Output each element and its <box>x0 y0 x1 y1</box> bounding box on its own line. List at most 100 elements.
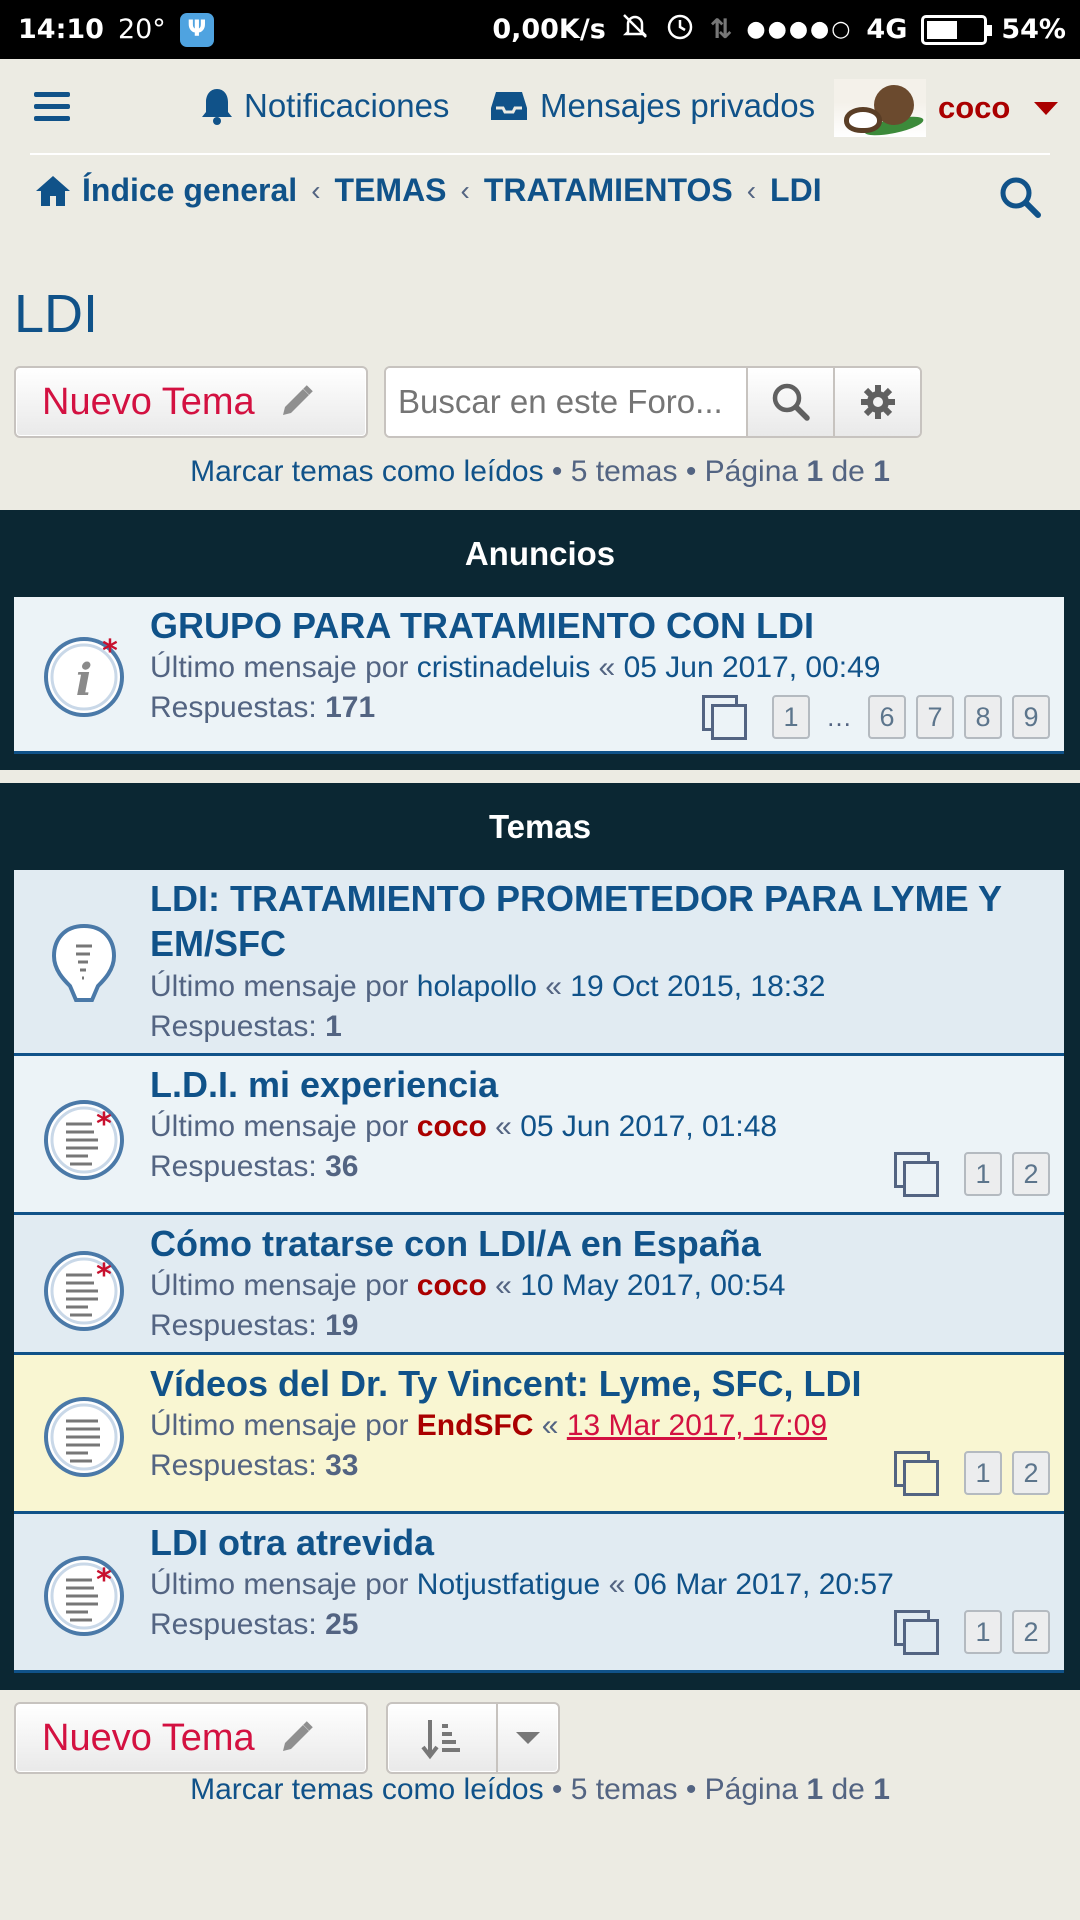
topic-title[interactable]: GRUPO PARA TRATAMIENTO CON LDI <box>150 603 1050 648</box>
last-post-date[interactable]: 05 Jun 2017, 01:48 <box>520 1110 777 1143</box>
topic-title[interactable]: Cómo tratarse con LDI/A en España <box>150 1221 1050 1266</box>
svg-text:*: * <box>96 1107 112 1142</box>
replies-value: 171 <box>325 691 376 724</box>
search-icon[interactable] <box>998 175 1042 224</box>
separator: « <box>495 1110 512 1143</box>
page-link[interactable]: 8 <box>964 695 1002 739</box>
topic-title[interactable]: Vídeos del Dr. Ty Vincent: Lyme, SFC, LD… <box>150 1361 1050 1406</box>
advanced-search-button[interactable] <box>833 368 920 436</box>
list-item: * LDI otra atrevida Último mensaje por N… <box>14 1514 1064 1673</box>
page-label: Página <box>704 1773 799 1806</box>
new-topic-button[interactable]: Nuevo Tema <box>14 366 368 438</box>
private-messages-link[interactable]: Mensajes privados <box>490 87 815 125</box>
replies-value: 25 <box>325 1608 359 1641</box>
topic-title[interactable]: LDI otra atrevida <box>150 1520 1050 1565</box>
topic-meta: Último mensaje por Notjustfatigue « 06 M… <box>150 1568 894 1602</box>
breadcrumb-tratamientos[interactable]: TRATAMIENTOS <box>484 172 733 209</box>
breadcrumb-separator: ‹ <box>746 174 757 206</box>
page-link[interactable]: 1 <box>964 1152 1002 1196</box>
page-label: Página <box>704 455 799 488</box>
topic-count: 5 temas <box>570 1773 678 1806</box>
last-post-date[interactable]: 05 Jun 2017, 00:49 <box>624 651 881 684</box>
home-icon[interactable] <box>34 174 72 208</box>
new-topic-button-bottom[interactable]: Nuevo Tema <box>14 1702 368 1774</box>
author-link[interactable]: holapollo <box>417 970 537 1003</box>
mark-read-link[interactable]: Marcar temas como leídos <box>190 455 543 488</box>
page-current: 1 <box>806 455 824 488</box>
page-total: 1 <box>873 455 890 488</box>
sort-options-button[interactable] <box>386 1702 560 1774</box>
page-link[interactable]: 1 <box>772 695 810 739</box>
separator-dot: • <box>551 455 571 488</box>
last-post-label: Último mensaje por <box>150 1110 409 1143</box>
last-post-label: Último mensaje por <box>150 651 409 684</box>
sort-icon <box>388 1704 498 1772</box>
page-title[interactable]: LDI <box>14 283 98 345</box>
replies-value: 36 <box>325 1150 359 1183</box>
replies-label: Respuestas: <box>150 1309 317 1342</box>
topic-stats: Marcar temas como leídos • 5 temas • Pág… <box>0 455 1080 489</box>
breadcrumb-temas[interactable]: TEMAS <box>335 172 447 209</box>
replies-label: Respuestas: <box>150 1010 317 1043</box>
page-total: 1 <box>873 1773 890 1806</box>
announcement-icon: i* <box>44 634 124 717</box>
replies-label: Respuestas: <box>150 1150 317 1183</box>
topic-title[interactable]: L.D.I. mi experiencia <box>150 1062 1050 1107</box>
author-link[interactable]: EndSFC <box>417 1409 534 1442</box>
last-post-date[interactable]: 13 Mar 2017, 17:09 <box>567 1409 827 1442</box>
last-post-label: Último mensaje por <box>150 1269 409 1302</box>
private-messages-label: Mensajes privados <box>540 87 816 124</box>
author-link[interactable]: coco <box>417 1110 487 1143</box>
page-link[interactable]: 2 <box>1012 1152 1050 1196</box>
last-post-date[interactable]: 10 May 2017, 00:54 <box>520 1269 785 1302</box>
separator-dot: • <box>685 455 705 488</box>
topic-meta: Último mensaje por cristinadeluis « 05 J… <box>150 651 880 685</box>
page-link[interactable]: 2 <box>1012 1451 1050 1495</box>
notifications-link[interactable]: Notificaciones <box>200 87 449 125</box>
author-link[interactable]: coco <box>417 1269 487 1302</box>
replies-count: Respuestas: 1 <box>150 1010 342 1044</box>
separator: « <box>608 1568 626 1601</box>
search-submit-button[interactable] <box>746 368 833 436</box>
page-link[interactable]: 1 <box>964 1451 1002 1495</box>
topic-pagination: 1 2 <box>894 1610 1050 1655</box>
search-input[interactable] <box>386 368 746 436</box>
list-item: * L.D.I. mi experiencia Último mensaje p… <box>14 1056 1064 1215</box>
replies-label: Respuestas: <box>150 1449 317 1482</box>
breadcrumb-home[interactable]: Índice general <box>82 172 297 209</box>
page-link[interactable]: 9 <box>1012 695 1050 739</box>
replies-count: Respuestas: 33 <box>150 1449 358 1483</box>
last-post-date[interactable]: 06 Mar 2017, 20:57 <box>634 1568 894 1601</box>
author-link[interactable]: cristinadeluis <box>417 651 590 684</box>
topic-meta: Último mensaje por coco « 10 May 2017, 0… <box>150 1269 785 1303</box>
username: coco <box>938 90 1011 125</box>
menu-icon[interactable] <box>34 92 70 122</box>
author-link[interactable]: Notjustfatigue <box>417 1568 600 1601</box>
topic-count: 5 temas <box>570 455 678 488</box>
status-time: 14:10 <box>18 14 104 45</box>
user-menu[interactable]: coco <box>834 79 1059 137</box>
breadcrumb-ldi[interactable]: LDI <box>770 172 822 209</box>
status-bar: 14:10 20° Ψ 0,00K/s ⇅ ●●●●○ 4G 54% <box>0 0 1080 59</box>
separator: « <box>541 1409 559 1442</box>
chevron-down-icon <box>498 1704 558 1772</box>
page-link[interactable]: 7 <box>916 695 954 739</box>
inbox-icon <box>491 92 527 120</box>
pencil-icon <box>282 385 313 415</box>
forum-search <box>384 366 922 438</box>
page-link[interactable]: 6 <box>868 695 906 739</box>
pages-icon <box>894 1451 939 1496</box>
replies-count: Respuestas: 36 <box>150 1150 358 1184</box>
topic-meta: Último mensaje por coco « 05 Jun 2017, 0… <box>150 1110 777 1144</box>
new-topic-label: Nuevo Tema <box>42 380 255 423</box>
list-item: Vídeos del Dr. Ty Vincent: Lyme, SFC, LD… <box>14 1355 1064 1514</box>
page-ellipsis: … <box>826 701 852 732</box>
page-link[interactable]: 2 <box>1012 1610 1050 1654</box>
gear-icon <box>860 385 895 419</box>
topic-title[interactable]: LDI: TRATAMIENTO PROMETEDOR PARA LYME Y … <box>150 876 1050 966</box>
mark-read-link[interactable]: Marcar temas como leídos <box>190 1773 543 1806</box>
page-link[interactable]: 1 <box>964 1610 1002 1654</box>
page-of: de <box>831 455 865 488</box>
pencil-icon <box>282 1721 313 1751</box>
last-post-date[interactable]: 19 Oct 2015, 18:32 <box>570 970 825 1003</box>
